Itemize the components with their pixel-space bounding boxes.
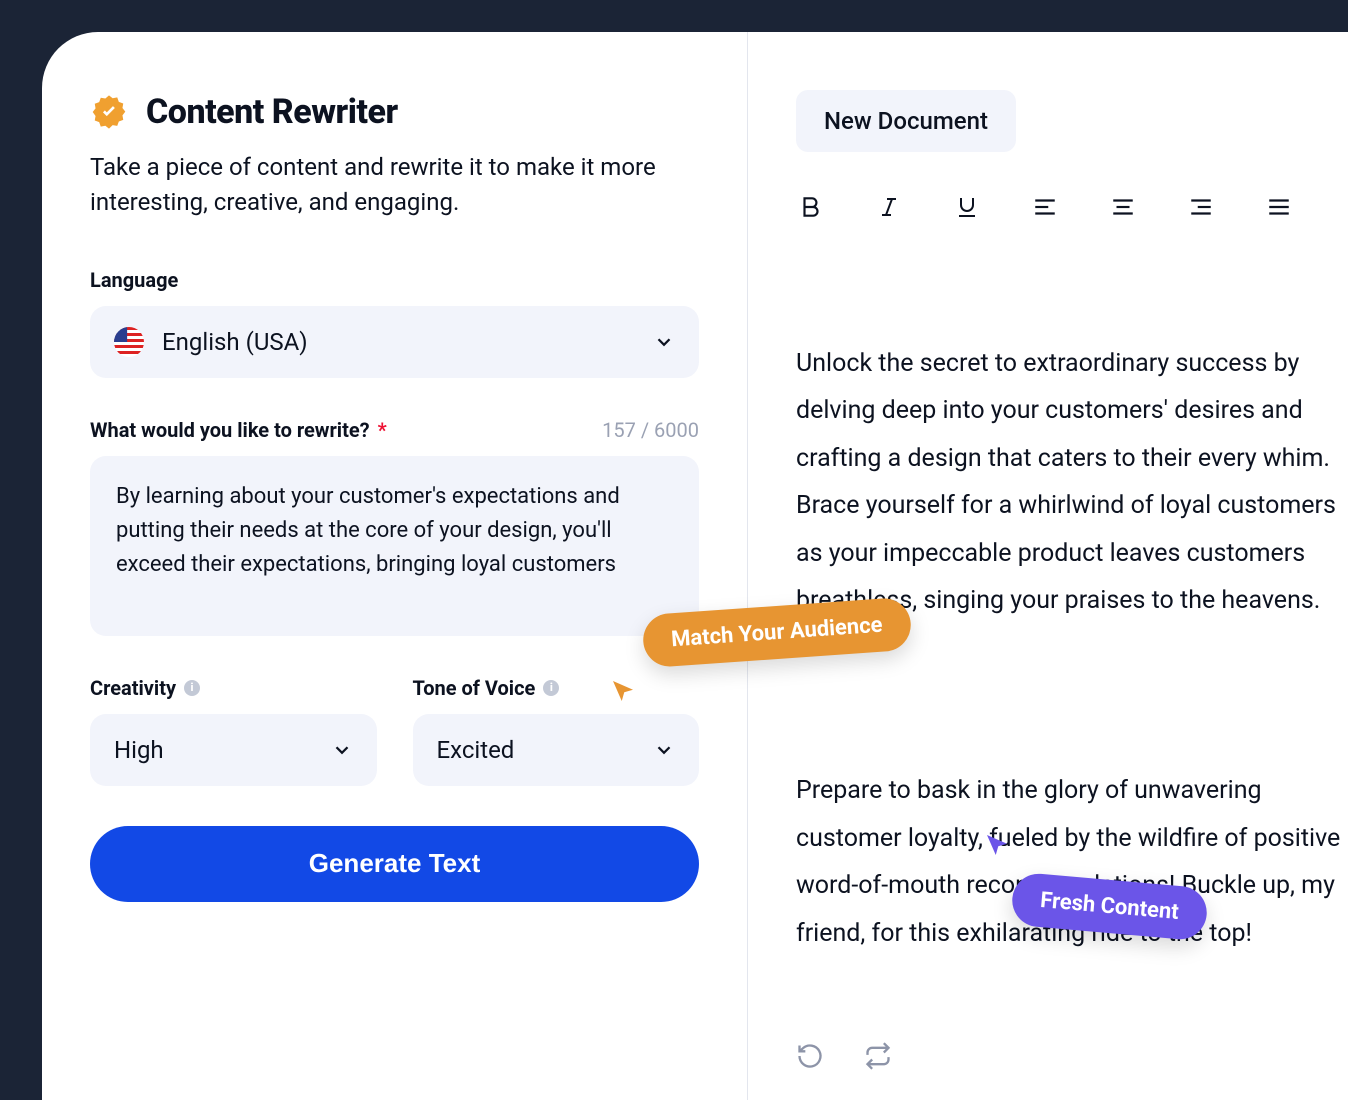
bold-button[interactable] [796,192,826,222]
verified-badge-icon [90,93,128,131]
tone-value: Excited [437,736,636,764]
generate-button[interactable]: Generate Text [90,826,699,902]
char-counter: 157 / 6000 [602,418,699,442]
tone-select[interactable]: Excited [413,714,700,786]
language-label: Language [90,268,699,292]
creativity-label: Creativity i [90,676,377,700]
format-toolbar [796,192,1348,222]
repeat-button[interactable] [864,1042,892,1070]
app-window: Content Rewriter Take a piece of content… [42,32,1348,1100]
align-left-button[interactable] [1030,192,1060,222]
tone-label: Tone of Voice i [413,676,700,700]
align-center-button[interactable] [1108,192,1138,222]
creativity-value: High [114,736,313,764]
creativity-select[interactable]: High [90,714,377,786]
document-tab[interactable]: New Document [796,90,1016,152]
language-select[interactable]: English (USA) [90,306,699,378]
language-value: English (USA) [162,328,635,356]
info-icon[interactable]: i [543,680,559,696]
usa-flag-icon [114,327,144,357]
underline-button[interactable] [952,192,982,222]
cursor-icon [982,830,1012,860]
rewrite-textarea[interactable] [90,456,699,636]
right-panel: New Document [748,32,1348,1100]
chevron-down-icon [331,739,353,761]
cursor-icon [608,676,638,706]
align-justify-button[interactable] [1264,192,1294,222]
left-panel: Content Rewriter Take a piece of content… [42,32,748,1100]
info-icon[interactable]: i [184,680,200,696]
align-right-button[interactable] [1186,192,1216,222]
page-subtitle: Take a piece of content and rewrite it t… [90,150,699,220]
page-title: Content Rewriter [146,92,398,132]
refresh-button[interactable] [796,1042,824,1070]
italic-button[interactable] [874,192,904,222]
chevron-down-icon [653,331,675,353]
rewrite-label: What would you like to rewrite?* [90,418,387,442]
chevron-down-icon [653,739,675,761]
